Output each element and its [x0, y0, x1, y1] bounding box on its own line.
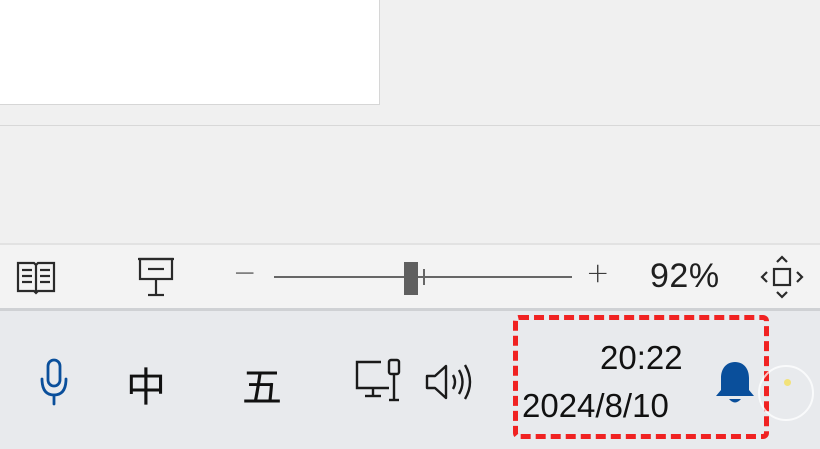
zoom-level[interactable]: 92%	[650, 257, 720, 296]
document-page[interactable]	[0, 0, 380, 105]
ime-mode-button[interactable]: 中	[126, 355, 166, 413]
presentation-icon[interactable]	[134, 253, 178, 301]
fit-to-window-icon[interactable]	[758, 253, 806, 301]
bell-icon[interactable]	[712, 357, 758, 409]
watermark-logo	[758, 365, 814, 421]
clock-date[interactable]: 2024/8/10	[522, 387, 669, 425]
ime-input-method-button[interactable]: 五	[242, 355, 282, 413]
zoom-slider-center-mark	[423, 269, 425, 285]
document-canvas[interactable]	[0, 0, 820, 243]
status-bar: − + 92%	[0, 243, 820, 310]
zoom-slider-thumb[interactable]	[404, 262, 418, 295]
zoom-in-button[interactable]: +	[586, 259, 609, 287]
clock-time[interactable]: 20:22	[600, 339, 683, 377]
divider	[0, 125, 820, 126]
zoom-out-button[interactable]: −	[233, 259, 256, 287]
volume-icon[interactable]	[424, 359, 476, 405]
taskbar: 中 五 20:22 2024/8/10	[0, 308, 820, 449]
network-icon[interactable]	[352, 355, 406, 409]
microphone-icon[interactable]	[36, 355, 72, 409]
book-open-icon[interactable]	[14, 255, 58, 299]
